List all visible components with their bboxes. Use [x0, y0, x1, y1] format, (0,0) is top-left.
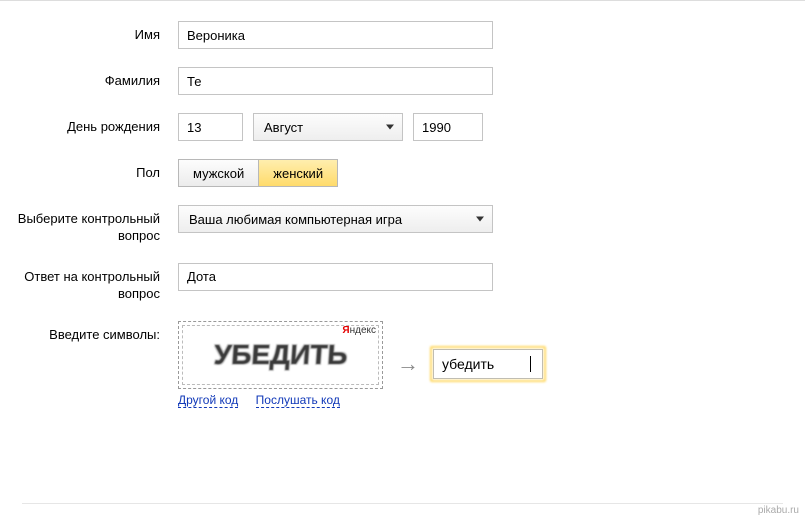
row-gender: Пол мужской женский	[0, 159, 805, 187]
label-captcha: Введите символы:	[0, 321, 178, 344]
registration-form-page: Имя Фамилия День рождения Август	[0, 0, 805, 518]
gender-option-female[interactable]: женский	[258, 160, 337, 186]
field-birthday: Август	[178, 113, 483, 141]
last-name-input[interactable]	[178, 67, 493, 95]
label-gender: Пол	[0, 159, 178, 182]
row-captcha: Введите символы: Яндекс УБЕДИТЬ Другой к…	[0, 321, 805, 407]
captcha-brand: Яндекс	[342, 325, 376, 336]
field-security-answer	[178, 263, 493, 291]
captcha-word: УБЕДИТЬ	[213, 339, 349, 371]
captcha-links: Другой код Послушать код	[178, 393, 383, 407]
label-security-answer: Ответ на контрольный вопрос	[0, 263, 178, 303]
security-answer-input[interactable]	[178, 263, 493, 291]
chevron-down-icon	[476, 217, 484, 222]
watermark: pikabu.ru	[758, 505, 799, 516]
captcha-listen-link[interactable]: Послушать код	[256, 393, 340, 408]
chevron-down-icon	[386, 125, 394, 130]
label-first-name: Имя	[0, 21, 178, 44]
captcha-frame: Яндекс УБЕДИТЬ Другой код Послушать код	[178, 321, 383, 407]
row-security-question: Выберите контрольный вопрос Ваша любимая…	[0, 205, 805, 245]
captcha-new-code-link[interactable]: Другой код	[178, 393, 238, 408]
form-container: Имя Фамилия День рождения Август	[0, 1, 805, 407]
brand-rest: ндекс	[350, 325, 376, 336]
captcha-input-wrap	[433, 349, 543, 379]
birth-month-value: Август	[264, 120, 303, 135]
label-last-name: Фамилия	[0, 67, 178, 90]
text-caret-icon	[530, 356, 531, 372]
row-birthday: День рождения Август	[0, 113, 805, 141]
security-question-select[interactable]: Ваша любимая компьютерная игра	[178, 205, 493, 233]
birth-day-input[interactable]	[178, 113, 243, 141]
security-question-value: Ваша любимая компьютерная игра	[189, 212, 402, 227]
row-first-name: Имя	[0, 21, 805, 49]
divider	[22, 503, 783, 504]
label-birthday: День рождения	[0, 113, 178, 136]
captcha-input[interactable]	[433, 349, 543, 379]
birth-month-select[interactable]: Август	[253, 113, 403, 141]
arrow-right-icon: →	[397, 351, 419, 377]
field-last-name	[178, 67, 493, 95]
captcha-image: Яндекс УБЕДИТЬ	[178, 321, 383, 389]
brand-letter: Я	[342, 325, 349, 336]
field-first-name	[178, 21, 493, 49]
field-captcha: Яндекс УБЕДИТЬ Другой код Послушать код …	[178, 321, 543, 407]
field-gender: мужской женский	[178, 159, 338, 187]
first-name-input[interactable]	[178, 21, 493, 49]
gender-toggle: мужской женский	[178, 159, 338, 187]
field-security-question: Ваша любимая компьютерная игра	[178, 205, 493, 233]
gender-option-male[interactable]: мужской	[179, 160, 258, 186]
row-last-name: Фамилия	[0, 67, 805, 95]
birth-year-input[interactable]	[413, 113, 483, 141]
label-security-question: Выберите контрольный вопрос	[0, 205, 178, 245]
row-security-answer: Ответ на контрольный вопрос	[0, 263, 805, 303]
